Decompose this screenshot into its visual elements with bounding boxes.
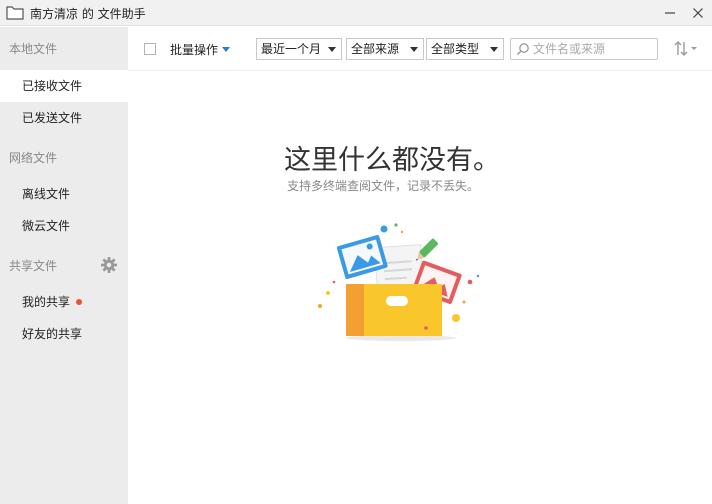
- chevron-down-icon: [410, 47, 418, 52]
- minimize-button[interactable]: [660, 3, 680, 23]
- close-icon: [693, 8, 703, 18]
- empty-state-title: 这里什么都没有。: [284, 145, 500, 176]
- empty-state-subtitle: 支持多终端查阅文件，记录不丢失。: [287, 179, 480, 193]
- chevron-down-icon: [490, 47, 498, 52]
- section-network-files: 网络文件: [9, 151, 58, 165]
- source-filter-select[interactable]: 全部来源: [346, 38, 424, 60]
- sidebar-item-label: 我的共享: [22, 295, 71, 309]
- minimize-icon: [665, 12, 675, 14]
- section-local-files: 本地文件: [9, 42, 58, 56]
- sidebar-item-sent[interactable]: 已发送文件: [0, 102, 128, 134]
- toolbar: 批量操作 最近一个月 全部来源 全部类型: [128, 27, 712, 71]
- sidebar-item-friends-share[interactable]: 好友的共享: [0, 318, 128, 350]
- batch-operation-button[interactable]: 批量操作: [170, 41, 231, 58]
- source-filter-value: 全部来源: [351, 42, 400, 56]
- chevron-down-icon: [222, 47, 231, 52]
- select-all-checkbox[interactable]: [144, 43, 156, 55]
- type-filter-value: 全部类型: [431, 42, 480, 56]
- empty-box-illustration: [318, 223, 480, 341]
- search-icon: [516, 43, 529, 56]
- time-filter-value: 最近一个月: [261, 42, 322, 56]
- section-shared-files: 共享文件: [9, 259, 58, 273]
- notification-dot: [76, 298, 83, 305]
- sidebar-item-weiyun[interactable]: 微云文件: [0, 210, 128, 242]
- sidebar: 本地文件 已接收文件 已发送文件 网络文件 离线文件 微云文件 共享文件 我的共…: [0, 27, 128, 504]
- search-box: [510, 38, 658, 60]
- title-bar: 南方清凉 的 文件助手: [0, 0, 712, 26]
- sort-icon[interactable]: [672, 39, 700, 59]
- window-title: 南方清凉 的 文件助手: [30, 7, 146, 21]
- batch-label: 批量操作: [170, 43, 219, 57]
- close-button[interactable]: [688, 3, 708, 23]
- chevron-down-icon: [328, 47, 336, 52]
- sidebar-item-offline[interactable]: 离线文件: [0, 178, 128, 210]
- sidebar-item-received[interactable]: 已接收文件: [0, 70, 128, 102]
- search-input[interactable]: [533, 41, 653, 57]
- time-filter-select[interactable]: 最近一个月: [256, 38, 342, 60]
- gear-icon[interactable]: [100, 256, 118, 274]
- folder-icon: [6, 6, 24, 20]
- type-filter-select[interactable]: 全部类型: [426, 38, 504, 60]
- sidebar-item-my-share[interactable]: 我的共享: [0, 286, 128, 318]
